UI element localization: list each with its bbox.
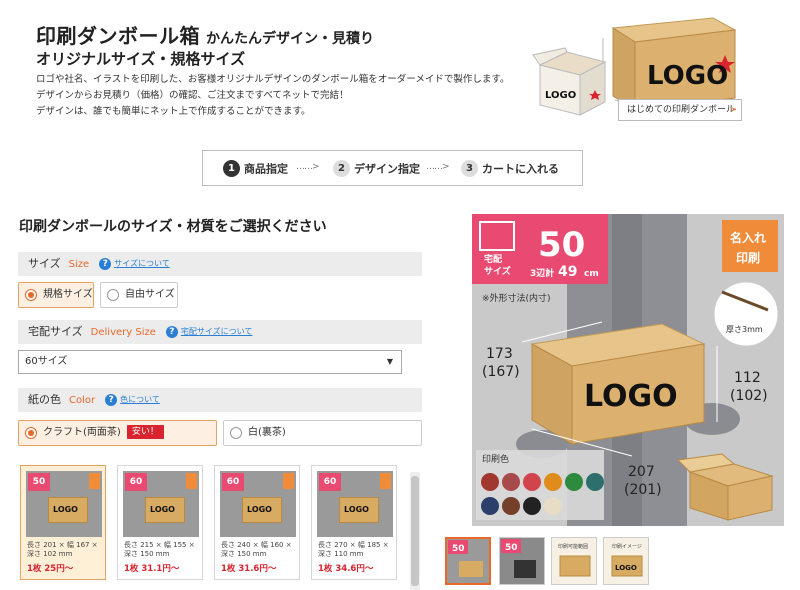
dim-width: 207: [628, 464, 655, 480]
preview-thumbnails: 50 50 印刷可能範囲 印刷イメージ LOGO: [0, 537, 800, 587]
svg-text:50: 50: [505, 543, 518, 553]
size-help-link[interactable]: サイズについて: [114, 259, 170, 268]
color-swatch: [502, 497, 520, 515]
svg-text:印刷イメージ: 印刷イメージ: [612, 543, 642, 550]
page-title: 印刷ダンボール箱 かんたんデザイン・見積り: [36, 24, 374, 48]
color-swatch: [544, 473, 562, 491]
intro-description: ロゴや社名、イラストを印刷した、お客様オリジナルデザインのダンボール箱をオーダー…: [36, 72, 509, 120]
paper-color-header: 紙の色 Color? 色について: [18, 388, 422, 412]
color-swatch: [481, 473, 499, 491]
color-swatch: [586, 473, 604, 491]
radio-icon: [25, 289, 37, 301]
svg-text:50: 50: [452, 544, 465, 554]
three-side-value: 49: [558, 264, 577, 280]
dim-depth-inner: (167): [482, 364, 520, 380]
preview-thumbnail[interactable]: 50: [499, 537, 545, 585]
size-option-custom[interactable]: 自由サイズ: [100, 282, 178, 308]
dim-depth: 173: [486, 346, 513, 362]
intro-line: ロゴや社名、イラストを印刷した、お客様オリジナルデザインのダンボール箱をオーダー…: [36, 74, 510, 85]
preview-thumbnail[interactable]: 印刷可能範囲: [551, 537, 597, 585]
color-swatch: [544, 497, 562, 515]
thickness-label: 厚さ3mm: [726, 325, 763, 334]
radio-icon: [230, 427, 242, 439]
color-option-kraft[interactable]: クラフト(両面茶) 安い！: [18, 420, 217, 446]
product-preview-image: 宅配 サイズ 50 3辺計 49 cm 名入れ 印刷 ※外形寸法(内寸) 厚さ3…: [472, 214, 784, 526]
preview-thumbnail[interactable]: 50: [445, 537, 491, 585]
color-option-white[interactable]: 白(裏茶): [223, 420, 422, 446]
radio-icon: [25, 427, 37, 439]
name-print-label: 名入れ: [730, 230, 766, 245]
size-option-standard[interactable]: 規格サイズ: [18, 282, 94, 308]
step-design: 2 デザイン指定: [333, 160, 420, 177]
chevron-right-icon: >: [729, 105, 737, 115]
color-help-link[interactable]: 色について: [120, 395, 160, 404]
color-swatch: [523, 497, 541, 515]
caret-down-icon: ▼: [386, 357, 393, 366]
preview-thumbnail[interactable]: 印刷イメージ LOGO: [603, 537, 649, 585]
product-thumbnail: 60: [317, 471, 393, 537]
preview-logo: LOGO: [584, 379, 678, 414]
page-title-sub: かんたんデザイン・見積り: [206, 31, 374, 47]
three-side-label: 3辺計: [530, 267, 554, 279]
page-subtitle: オリジナルサイズ・規格サイズ: [36, 50, 246, 68]
product-thumbnail: 60: [123, 471, 199, 537]
dim-height: 112: [734, 370, 761, 386]
name-print-label: 印刷: [736, 251, 760, 265]
delivery-size-select[interactable]: 60サイズ ▼: [18, 350, 402, 374]
hero-header: 印刷ダンボール箱 かんたんデザイン・見積り オリジナルサイズ・規格サイズ ロゴや社…: [0, 0, 800, 140]
dim-height-inner: (102): [730, 388, 768, 404]
color-swatch: [565, 473, 583, 491]
svg-text:印刷可能範囲: 印刷可能範囲: [558, 543, 588, 550]
outer-inner-note: ※外形寸法(内寸): [482, 292, 551, 304]
color-swatch: [502, 473, 520, 491]
section-title: 印刷ダンボールのサイズ・材質をご選択ください: [19, 219, 327, 235]
product-thumbnail: 50: [26, 471, 102, 537]
preview-size-number: 50: [538, 225, 585, 265]
art-logo-big: LOGO: [647, 61, 728, 91]
help-icon: ?: [105, 394, 118, 406]
beginners-guide-link[interactable]: はじめての印刷ダンボール >: [618, 99, 742, 121]
print-color-label: 印刷色: [482, 453, 509, 465]
radio-icon: [107, 289, 119, 301]
help-icon: ?: [99, 258, 112, 270]
step-number: 3: [461, 160, 478, 177]
size-header: サイズ Size? サイズについて: [18, 252, 422, 276]
dim-width-inner: (201): [624, 482, 662, 498]
three-side-unit: cm: [584, 269, 599, 279]
step-separator: ……>: [296, 162, 320, 172]
intro-line: デザインからお見積り（価格）の確認、ご注文まですべてネットで完結！: [36, 90, 349, 101]
step-product: 1 商品指定: [223, 160, 288, 177]
color-swatch: [481, 497, 499, 515]
step-separator: ……>: [426, 162, 450, 172]
order-steps: 1 商品指定 ……> 2 デザイン指定 ……> 3 カートに入れる: [202, 150, 583, 186]
product-thumbnail: 60: [220, 471, 296, 537]
delivery-help-link[interactable]: 宅配サイズについて: [181, 327, 253, 336]
delivery-size-header: 宅配サイズ Delivery Size? 宅配サイズについて: [18, 320, 422, 344]
cheap-badge: 安い！: [126, 425, 164, 439]
color-swatch: [523, 473, 541, 491]
delivery-label: サイズ: [484, 265, 511, 277]
step-number: 1: [223, 160, 240, 177]
intro-line: デザインは、誰でも簡単にネット上で作成することができます。: [36, 106, 311, 117]
step-cart: 3 カートに入れる: [461, 160, 559, 177]
help-icon: ?: [165, 326, 178, 338]
svg-text:LOGO: LOGO: [615, 564, 637, 572]
delivery-label: 宅配: [484, 253, 502, 265]
art-logo-small: LOGO: [545, 90, 576, 101]
step-number: 2: [333, 160, 350, 177]
